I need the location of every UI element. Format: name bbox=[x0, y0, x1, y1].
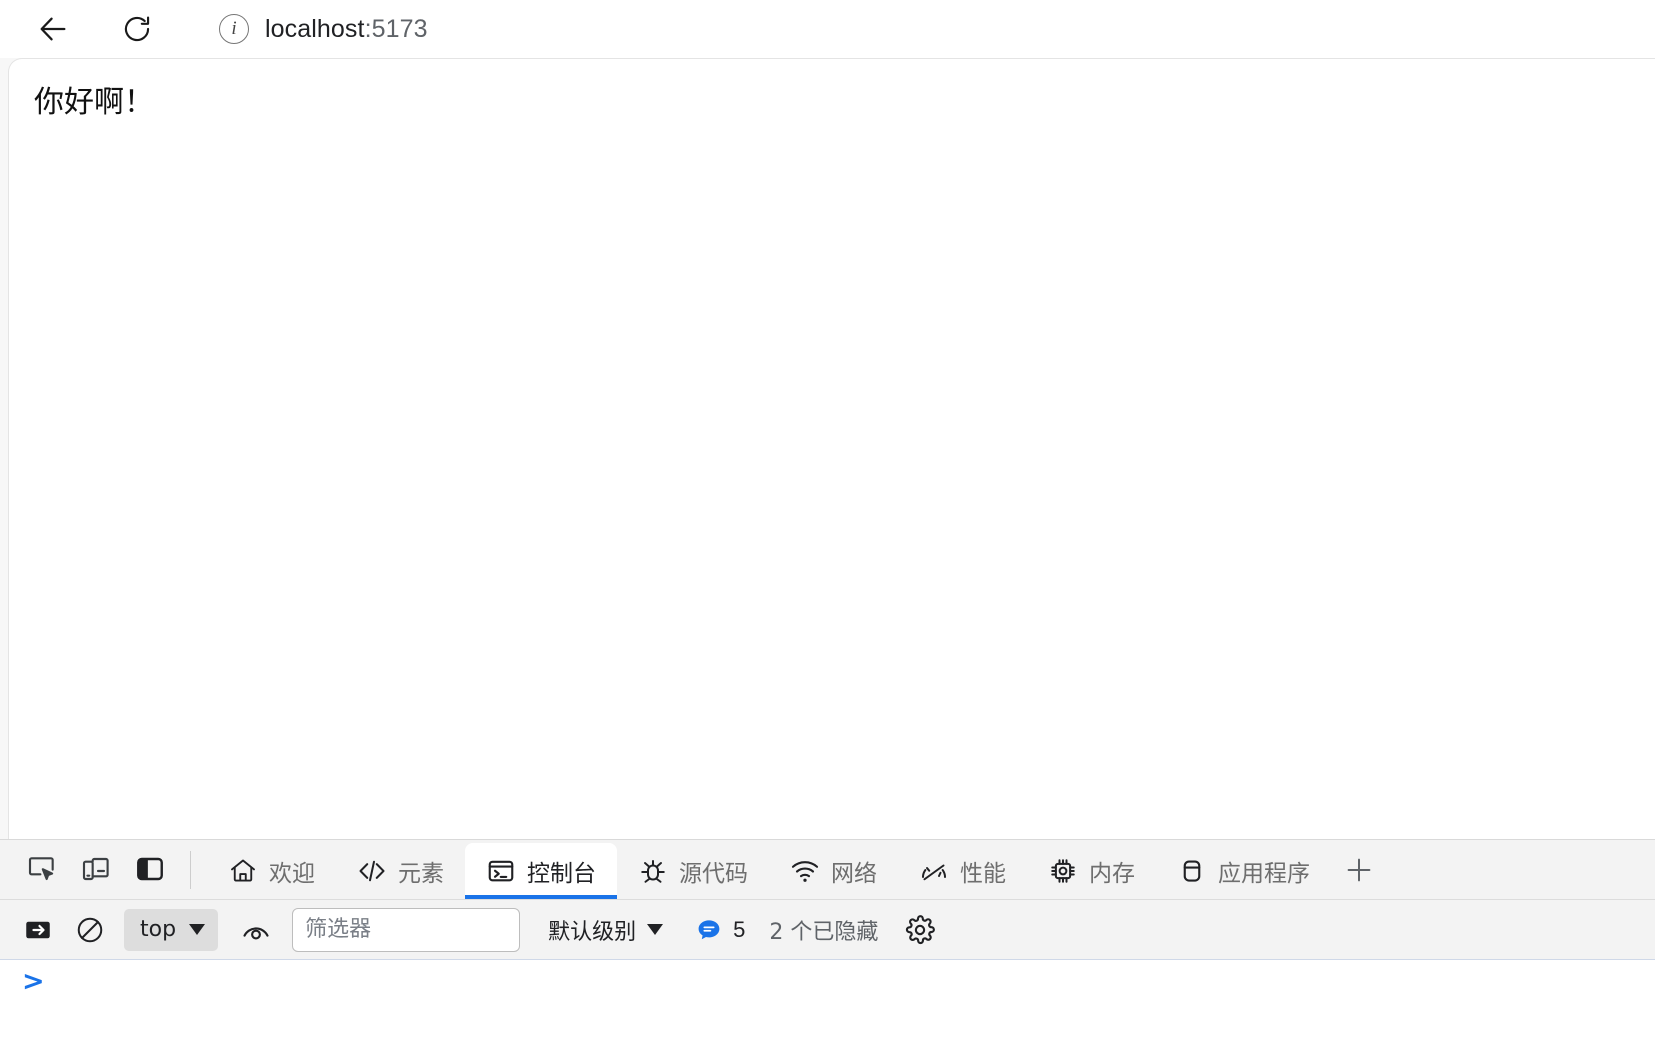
back-arrow-icon bbox=[40, 17, 66, 41]
console-filter-input[interactable] bbox=[292, 907, 521, 952]
tab-memory[interactable]: 内存 bbox=[1027, 843, 1156, 899]
chevron-down-icon bbox=[189, 924, 206, 935]
console-settings-button[interactable] bbox=[896, 907, 944, 953]
tab-performance-label: 性能 bbox=[960, 861, 1006, 887]
tab-welcome-label: 欢迎 bbox=[269, 861, 315, 887]
back-button[interactable] bbox=[26, 7, 80, 51]
execution-context-value: top bbox=[140, 917, 177, 942]
device-toolbar-button[interactable] bbox=[72, 846, 120, 892]
tab-console-label: 控制台 bbox=[527, 861, 596, 887]
site-info-icon[interactable]: i bbox=[219, 14, 249, 44]
address-bar[interactable]: i localhost:5173 bbox=[197, 7, 1655, 51]
sidebar-toggle-icon bbox=[26, 921, 50, 938]
tab-application[interactable]: 应用程序 bbox=[1156, 843, 1331, 899]
inspect-cursor-icon bbox=[28, 857, 54, 881]
execution-context-selector[interactable]: top bbox=[124, 908, 219, 951]
tab-elements-label: 元素 bbox=[398, 861, 444, 887]
browser-window: i localhost:5173 你好啊！ 欢迎 元素 控制台 源代码 网络 性… bbox=[0, 0, 1655, 1064]
device-toggle-icon bbox=[82, 857, 109, 881]
gear-icon bbox=[906, 914, 936, 944]
page-heading: 你好啊！ bbox=[34, 85, 154, 120]
add-panel-button[interactable] bbox=[1331, 845, 1387, 895]
devtools-tab-list: 欢迎 元素 控制台 源代码 网络 性能 内存 应用程序 bbox=[207, 839, 1655, 899]
url-host: localhost bbox=[265, 14, 365, 43]
chip-icon bbox=[1048, 856, 1078, 886]
tab-welcome[interactable]: 欢迎 bbox=[207, 843, 336, 899]
browser-toolbar: i localhost:5173 bbox=[0, 0, 1655, 58]
inspect-element-button[interactable] bbox=[18, 846, 66, 892]
eye-icon bbox=[243, 926, 269, 939]
console-sidebar-toggle-button[interactable] bbox=[14, 907, 62, 953]
tab-sources[interactable]: 源代码 bbox=[617, 843, 769, 899]
message-count-value: 5 bbox=[733, 916, 746, 942]
tab-memory-label: 内存 bbox=[1089, 861, 1135, 887]
tab-elements[interactable]: 元素 bbox=[336, 843, 465, 899]
tab-performance[interactable]: 性能 bbox=[898, 843, 1027, 899]
toolbar-divider bbox=[190, 851, 191, 889]
clear-console-button[interactable] bbox=[66, 907, 114, 953]
gauge-icon bbox=[919, 856, 949, 886]
console-terminal-icon bbox=[486, 856, 516, 886]
log-level-selector[interactable]: 默认级别 bbox=[534, 908, 673, 952]
page-viewport: 你好啊！ bbox=[8, 58, 1655, 839]
hidden-messages-text[interactable]: 2 个已隐藏 bbox=[769, 914, 878, 946]
chevron-down-icon bbox=[647, 924, 664, 935]
window-icon bbox=[1177, 856, 1207, 886]
tab-sources-label: 源代码 bbox=[679, 861, 748, 887]
reload-button[interactable] bbox=[110, 7, 164, 51]
page-viewport-container: 你好啊！ bbox=[0, 58, 1655, 839]
reload-icon bbox=[124, 16, 150, 42]
console-toolbar: top 默认级别 5 bbox=[0, 900, 1655, 960]
prompt-chevron-icon: > bbox=[22, 966, 45, 997]
url-port: :5173 bbox=[364, 14, 428, 43]
home-icon bbox=[228, 856, 258, 886]
dock-panel-icon bbox=[137, 857, 163, 881]
log-level-value: 默认级别 bbox=[548, 919, 637, 945]
console-prompt-input[interactable] bbox=[44, 968, 1655, 1000]
devtools-tool-buttons bbox=[8, 839, 207, 899]
devtools-panel: 欢迎 元素 控制台 源代码 网络 性能 内存 应用程序 top 筛选器 默认级别… bbox=[0, 839, 1655, 1064]
plus-icon bbox=[1347, 858, 1371, 882]
tab-console[interactable]: 控制台 bbox=[465, 843, 617, 899]
dock-side-button[interactable] bbox=[126, 846, 174, 892]
bug-icon bbox=[638, 856, 668, 886]
message-count-badge[interactable]: 5 bbox=[695, 916, 745, 944]
tab-application-label: 应用程序 bbox=[1218, 861, 1310, 887]
tab-network[interactable]: 网络 bbox=[769, 843, 898, 899]
clear-console-icon bbox=[77, 917, 103, 942]
console-output-area: > bbox=[0, 960, 1655, 1064]
message-bubble-icon bbox=[698, 919, 720, 939]
tab-network-label: 网络 bbox=[831, 861, 877, 887]
wifi-icon bbox=[790, 856, 820, 886]
url-text[interactable]: localhost:5173 bbox=[265, 15, 428, 44]
console-prompt-row[interactable]: > bbox=[0, 968, 1655, 1008]
live-expression-button[interactable] bbox=[232, 907, 280, 953]
devtools-tabbar: 欢迎 元素 控制台 源代码 网络 性能 内存 应用程序 bbox=[0, 840, 1655, 900]
code-brackets-icon bbox=[357, 856, 387, 886]
